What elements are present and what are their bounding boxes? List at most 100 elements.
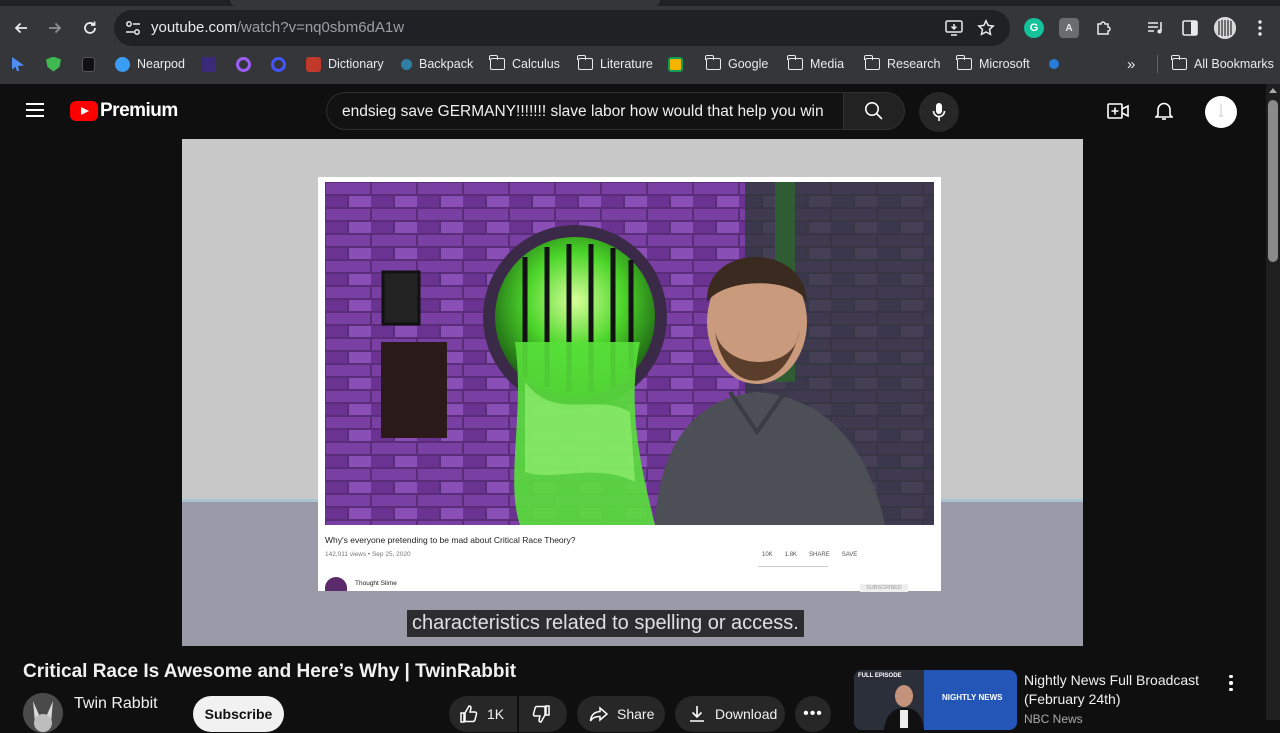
folder-icon — [705, 55, 721, 70]
search-button[interactable] — [843, 92, 905, 130]
bookmark-folder-research[interactable]: Research — [864, 54, 941, 74]
bookmarks-divider — [1157, 55, 1158, 73]
inner-channel-avatar — [325, 577, 347, 591]
video-frame — [325, 182, 934, 525]
download-icon — [690, 706, 704, 722]
bookmark-folder-media[interactable]: Media — [787, 54, 844, 74]
bookmark-nearpod[interactable]: Nearpod — [115, 54, 185, 74]
bookmark-classroom[interactable] — [668, 54, 683, 74]
bookmark-quizlet[interactable] — [236, 54, 251, 74]
inner-save: SAVE — [841, 552, 858, 558]
reload-button[interactable] — [78, 16, 102, 40]
cursor-icon — [12, 57, 24, 71]
arrow-left-icon — [14, 22, 27, 34]
video-scene-image — [325, 182, 934, 525]
page-scrollbar[interactable] — [1266, 84, 1280, 720]
search-input[interactable]: endsieg save GERMANY!!!!!!! slave labor … — [326, 92, 843, 130]
forward-button[interactable] — [43, 16, 67, 40]
bookmark-dictionary[interactable]: Dictionary — [306, 54, 384, 74]
recommended-video-title[interactable]: Nightly News Full Broadcast (February 24… — [1024, 671, 1214, 709]
install-app-button[interactable] — [944, 18, 964, 38]
chrome-menu-button[interactable] — [1250, 18, 1270, 38]
share-icon — [589, 706, 609, 722]
side-panel-button[interactable] — [1180, 18, 1200, 38]
recommended-video-channel[interactable]: NBC News — [1024, 712, 1083, 726]
video-player[interactable]: Why's everyone pretending to be mad abou… — [182, 139, 1083, 646]
url-host: youtube.com — [151, 19, 237, 36]
recommended-video-menu-button[interactable] — [1222, 672, 1240, 694]
folder-icon — [577, 55, 593, 70]
quizlet-icon — [236, 56, 251, 72]
bookmark-folder-calculus[interactable]: Calculus — [489, 54, 560, 74]
create-button[interactable] — [1106, 99, 1130, 123]
menu-icon[interactable] — [26, 103, 44, 117]
notifications-button[interactable] — [1152, 99, 1176, 123]
bell-icon — [1155, 102, 1173, 120]
inner-video-meta: 142,011 views • Sep 25, 2020 — [325, 551, 411, 558]
bookmarks-bar: Nearpod Dictionary Backpack Calculus Lit… — [0, 52, 1280, 76]
nearpod-icon — [115, 56, 130, 72]
arrow-right-icon — [49, 22, 62, 34]
youtube-brand[interactable]: Premium — [100, 100, 178, 122]
bookmarks-overflow-button[interactable]: » — [1127, 54, 1135, 74]
youtube-logo-icon[interactable] — [70, 101, 98, 121]
playlist-icon — [1148, 22, 1162, 34]
extensions-button[interactable] — [1094, 18, 1114, 38]
active-tab[interactable] — [230, 0, 660, 6]
folder-icon — [956, 55, 972, 70]
site-settings-icon[interactable] — [124, 19, 142, 37]
grammarly-extension-icon[interactable]: G — [1024, 18, 1044, 38]
more-actions-button[interactable]: ••• — [795, 696, 831, 732]
bookmark-folder-microsoft[interactable]: Microsoft — [956, 54, 1030, 74]
like-button[interactable]: 1K — [449, 696, 517, 732]
address-bar[interactable]: youtube.com/watch?v=nq0sbm6dA1w — [114, 10, 1010, 46]
channel-name[interactable]: Twin Rabbit — [74, 695, 158, 713]
media-controls-button[interactable] — [1146, 18, 1166, 38]
extension-icon[interactable]: A — [1059, 18, 1079, 38]
share-button[interactable]: Share — [577, 696, 665, 732]
search-query: endsieg save GERMANY!!!!!!! slave labor … — [342, 103, 824, 120]
star-icon — [977, 19, 995, 36]
video-title: Critical Race Is Awesome and Here’s Why … — [23, 661, 517, 682]
thumbnail-text: NIGHTLY NEWS — [942, 693, 1003, 702]
bookmark-blue[interactable] — [1049, 54, 1059, 74]
subscribe-button[interactable]: Subscribe — [193, 696, 284, 732]
download-button[interactable]: Download — [675, 696, 785, 732]
bookmark-label: Google — [728, 57, 769, 71]
bookmark-app[interactable] — [201, 54, 216, 74]
bookmark-star-button[interactable] — [976, 18, 996, 38]
q-icon — [271, 56, 286, 72]
install-icon — [945, 20, 963, 36]
bookmark-doc[interactable] — [82, 54, 95, 74]
backpack-icon — [401, 58, 412, 70]
scroll-up-icon[interactable] — [1269, 88, 1277, 93]
bookmark-cursor-ext[interactable] — [12, 54, 24, 74]
bookmark-folder-google[interactable]: Google — [705, 54, 769, 74]
folder-icon — [1171, 55, 1187, 70]
inner-likes: 10K — [762, 552, 773, 558]
profile-picture-icon — [1214, 17, 1236, 39]
side-panel-icon — [1182, 20, 1198, 36]
bookmark-backpack[interactable]: Backpack — [401, 54, 473, 74]
recommended-video-thumbnail[interactable]: FULL EPISODE NIGHTLY NEWS — [854, 670, 1017, 730]
bookmark-label: Research — [887, 57, 941, 71]
all-bookmarks-label: All Bookmarks — [1194, 57, 1274, 71]
all-bookmarks-button[interactable]: All Bookmarks — [1171, 54, 1274, 74]
back-button[interactable] — [9, 16, 33, 40]
create-video-icon — [1107, 103, 1129, 119]
scrollbar-thumb[interactable] — [1268, 100, 1278, 262]
bookmark-quiz[interactable] — [271, 54, 286, 74]
thumbs-down-icon — [532, 705, 550, 723]
reload-icon — [84, 21, 96, 34]
bookmark-folder-literature[interactable]: Literature — [577, 54, 653, 74]
profile-avatar[interactable] — [1214, 17, 1236, 39]
navigation-bar: youtube.com/watch?v=nq0sbm6dA1w G A — [0, 10, 1280, 46]
account-avatar[interactable] — [1205, 96, 1237, 128]
document-icon — [82, 56, 95, 72]
figure-icon — [1049, 59, 1059, 69]
bookmark-shield[interactable] — [46, 54, 61, 74]
voice-search-button[interactable] — [919, 92, 959, 132]
dislike-button[interactable] — [519, 696, 567, 732]
channel-avatar[interactable] — [23, 693, 63, 733]
inner-video-actions: 10K 1.8K SHARE SAVE — [762, 552, 857, 558]
